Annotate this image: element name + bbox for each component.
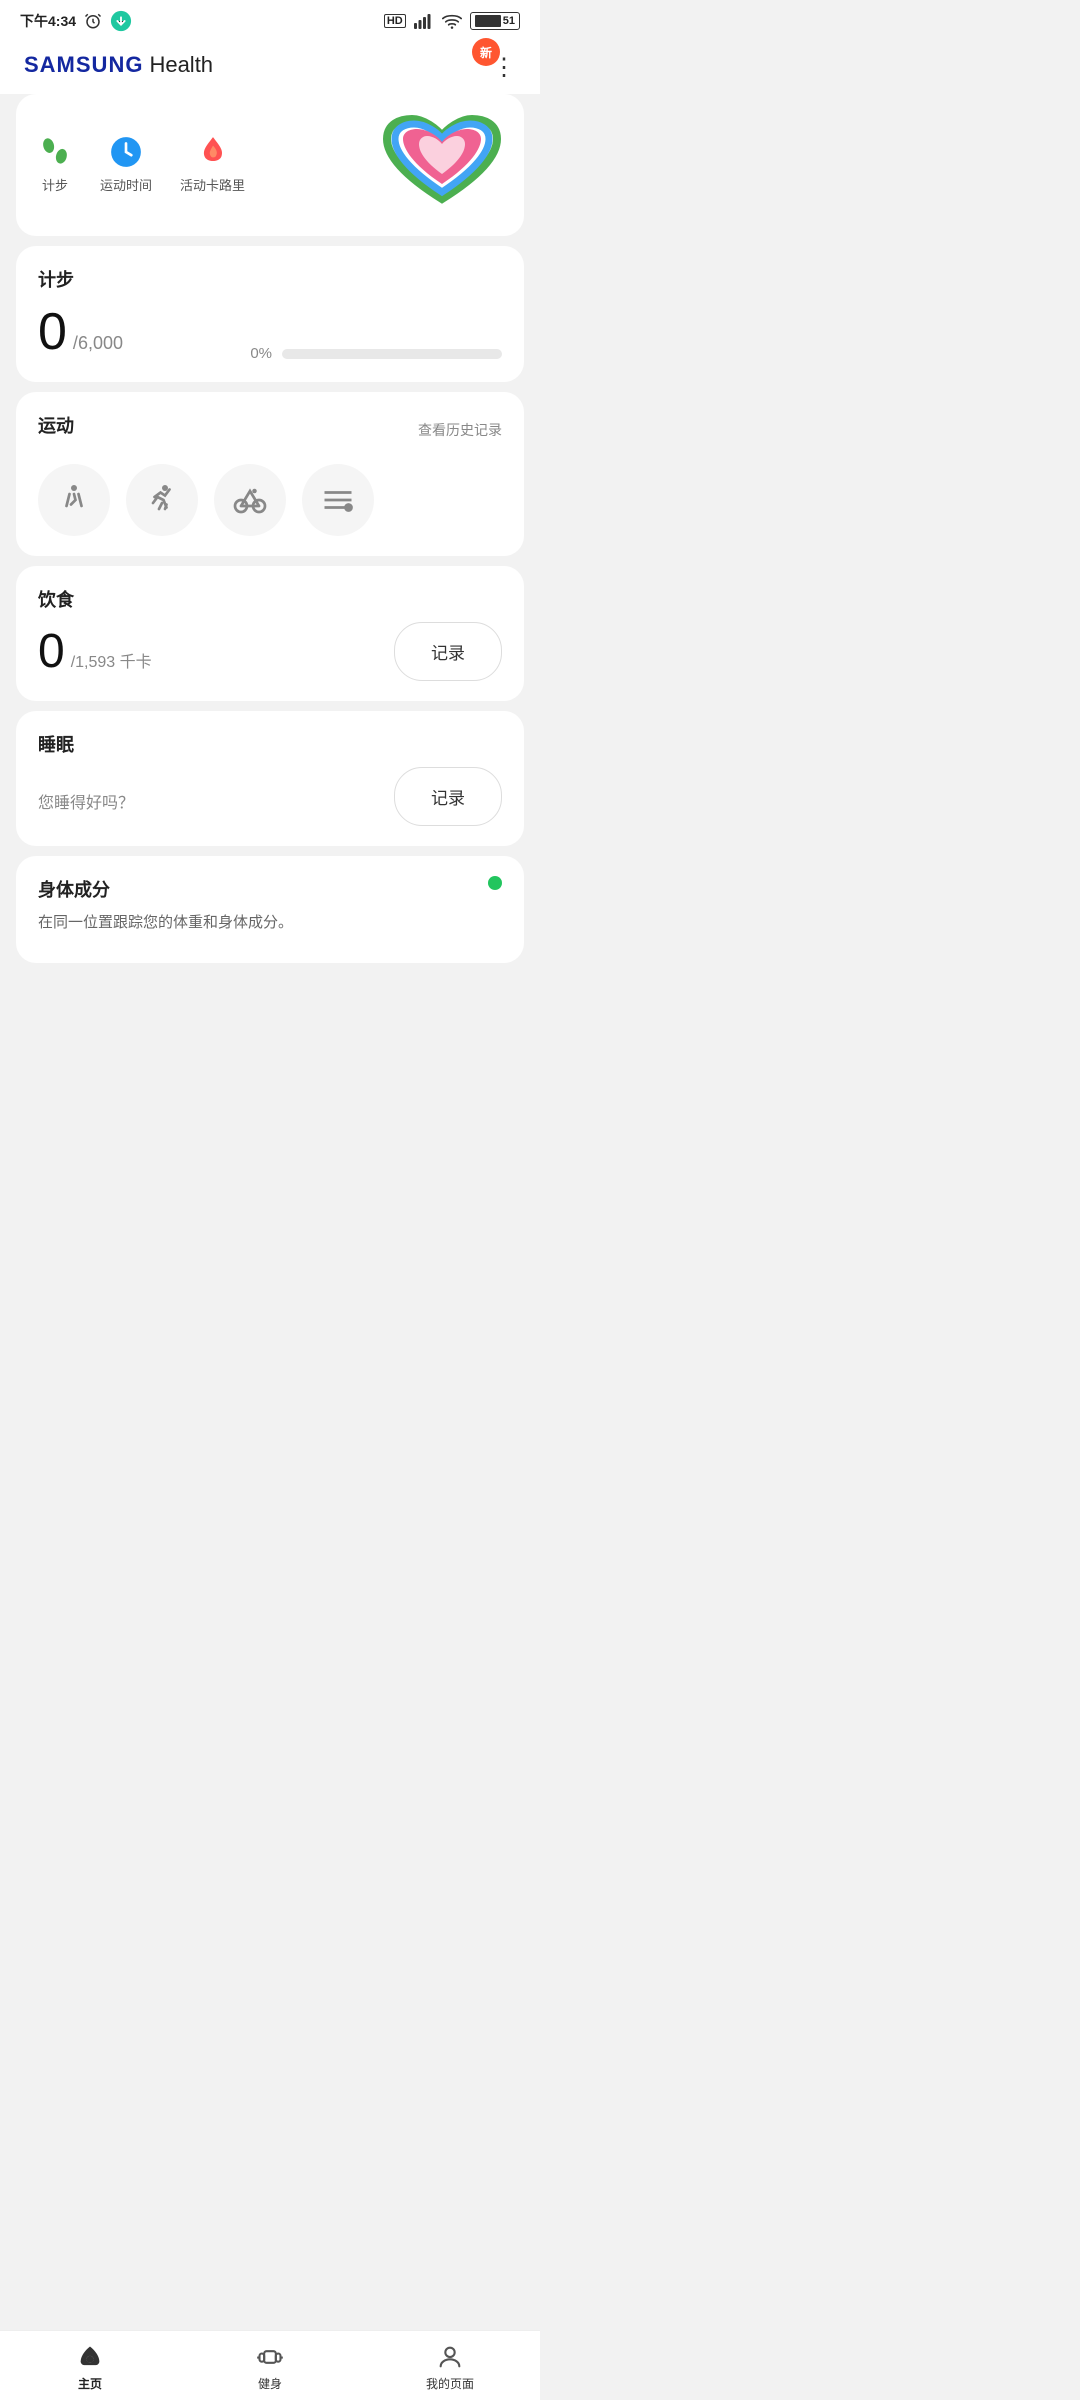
sleep-card-title: 睡眠 xyxy=(38,731,502,757)
walk-button[interactable] xyxy=(38,464,110,536)
heart-graphic xyxy=(382,114,502,214)
app-header: SAMSUNG Health 新 ⋮ xyxy=(0,38,540,94)
activity-icons: 计步 运动时间 活动卡路里 xyxy=(38,135,245,194)
nav-fitness[interactable]: 健身 xyxy=(180,2343,360,2392)
steps-goal: /6,000 xyxy=(73,333,123,354)
cycling-icon xyxy=(232,482,268,518)
nav-home-label: 主页 xyxy=(78,2375,102,2392)
steps-percent: 0% xyxy=(250,345,272,362)
status-right: HD 51 xyxy=(384,12,520,30)
body-comp-title: 身体成分 xyxy=(38,876,502,902)
profile-nav-icon xyxy=(436,2343,464,2371)
alarm-icon xyxy=(84,12,102,30)
calories-label: 活动卡路里 xyxy=(180,175,245,194)
food-row: 0 /1,593 千卡 记录 xyxy=(38,622,502,681)
sleep-subtitle: 您睡得好吗？ xyxy=(38,789,134,813)
sleep-row: 您睡得好吗？ 记录 xyxy=(38,767,502,826)
battery-icon: 51 xyxy=(470,12,520,30)
activity-summary-card: 计步 运动时间 活动卡路里 xyxy=(16,94,524,236)
nav-home[interactable]: 主页 xyxy=(0,2343,180,2392)
food-current: 0 xyxy=(38,624,65,679)
download-icon xyxy=(110,10,132,32)
steps-card-title: 计步 xyxy=(38,266,502,292)
sleep-record-button[interactable]: 记录 xyxy=(394,767,502,826)
notification-badge[interactable]: 新 xyxy=(472,38,500,66)
app-logo: SAMSUNG Health xyxy=(24,52,213,78)
exercise-card-title: 运动 xyxy=(38,412,74,438)
walk-icon xyxy=(56,482,92,518)
sleep-left: 您睡得好吗？ xyxy=(38,781,134,813)
steps-icon xyxy=(38,135,72,169)
nav-profile[interactable]: 我的页面 xyxy=(360,2343,540,2392)
more-exercises-button[interactable] xyxy=(302,464,374,536)
exercise-card: 运动 查看历史记录 xyxy=(16,392,524,556)
logo-samsung: SAMSUNG xyxy=(24,52,143,78)
steps-current: 0 xyxy=(38,302,67,362)
status-left: 下午4:34 xyxy=(20,10,132,32)
food-goal: /1,593 千卡 xyxy=(71,648,152,672)
fitness-nav-icon xyxy=(256,2343,284,2371)
nav-profile-label: 我的页面 xyxy=(426,2375,474,2392)
food-value: 0 /1,593 千卡 xyxy=(38,624,152,679)
steps-value-container: 0 /6,000 xyxy=(38,302,123,362)
battery-level: 51 xyxy=(503,15,515,27)
hd-label: HD xyxy=(384,14,406,28)
sleep-card: 睡眠 您睡得好吗？ 记录 xyxy=(16,711,524,846)
food-left: 0 /1,593 千卡 xyxy=(38,624,152,679)
steps-progress: 0% xyxy=(250,345,502,362)
steps-label: 计步 xyxy=(42,175,68,194)
list-icon xyxy=(320,482,356,518)
activity-time-item[interactable]: 运动时间 xyxy=(100,135,152,194)
status-time: 下午4:34 xyxy=(20,11,76,31)
status-bar: 下午4:34 HD 51 xyxy=(0,0,540,38)
exercise-header: 运动 查看历史记录 xyxy=(38,412,502,448)
history-link[interactable]: 查看历史记录 xyxy=(418,420,502,440)
steps-progress-bar xyxy=(282,349,502,359)
food-card-title: 饮食 xyxy=(38,586,502,612)
active-indicator xyxy=(488,876,502,890)
activity-calories-item[interactable]: 活动卡路里 xyxy=(180,135,245,194)
home-nav-icon xyxy=(76,2343,104,2371)
header-actions: 新 ⋮ xyxy=(492,50,516,80)
exercise-icons-row xyxy=(38,464,502,536)
run-icon xyxy=(144,482,180,518)
food-card: 饮食 0 /1,593 千卡 记录 xyxy=(16,566,524,701)
body-comp-desc: 在同一位置跟踪您的体重和身体成分。 xyxy=(38,912,502,935)
time-icon xyxy=(109,135,143,169)
logo-health: Health xyxy=(149,52,213,78)
food-record-button[interactable]: 记录 xyxy=(394,622,502,681)
bottom-navigation: 主页 健身 我的页面 xyxy=(0,2330,540,2400)
nav-fitness-label: 健身 xyxy=(258,2375,282,2392)
time-label: 运动时间 xyxy=(100,175,152,194)
wifi-icon xyxy=(442,13,462,29)
steps-card: 计步 0 /6,000 0% xyxy=(16,246,524,382)
signal-icon xyxy=(414,13,434,29)
body-comp-card: 身体成分 在同一位置跟踪您的体重和身体成分。 xyxy=(16,856,524,963)
calories-icon xyxy=(196,135,230,169)
cycling-button[interactable] xyxy=(214,464,286,536)
run-button[interactable] xyxy=(126,464,198,536)
activity-steps-item[interactable]: 计步 xyxy=(38,135,72,194)
